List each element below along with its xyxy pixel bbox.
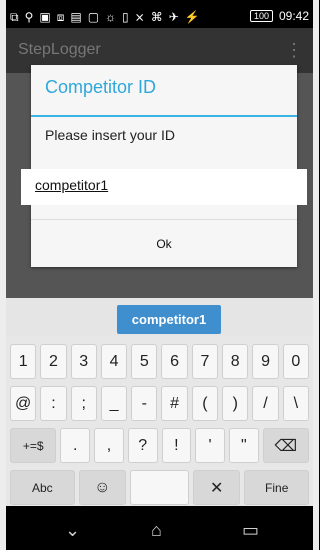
- status-icon: ✈: [168, 10, 179, 24]
- battery-icon: 100: [249, 10, 273, 22]
- key[interactable]: 7: [191, 344, 219, 379]
- key[interactable]: ): [222, 386, 249, 421]
- back-icon[interactable]: ⌄: [65, 520, 80, 541]
- status-icon: ⚲: [24, 10, 34, 24]
- backspace-icon[interactable]: ⌫: [262, 428, 309, 463]
- key[interactable]: _: [100, 386, 128, 421]
- status-right: 100 09:42: [249, 9, 309, 23]
- status-icon: ⨯: [134, 10, 145, 24]
- dialog-divider: [31, 115, 297, 117]
- competitor-id-dialog: Competitor ID Please insert your ID comp…: [21, 65, 307, 268]
- input-value: competitor1: [35, 177, 109, 193]
- abc-key[interactable]: Abc: [10, 470, 75, 505]
- key[interactable]: !: [161, 428, 192, 463]
- key[interactable]: (: [191, 386, 219, 421]
- status-icon: ▤: [70, 10, 82, 24]
- key[interactable]: 1: [10, 344, 37, 379]
- key[interactable]: 0: [282, 344, 309, 379]
- status-icon: ⌘: [150, 10, 163, 24]
- key[interactable]: 3: [70, 344, 97, 379]
- keyboard-row-3: +=$ . , ? ! ' " ⌫: [10, 428, 309, 463]
- keyboard-row-4: Abc ☺ ✕ Fine: [10, 470, 309, 505]
- status-icons: ⧉ ⚲ ▣ ⧈ ▤ ▢ ☼ ▯ ⨯ ⌘ ✈ ⚡: [10, 10, 200, 24]
- recents-icon[interactable]: ▭: [242, 520, 259, 541]
- key[interactable]: ,: [94, 428, 124, 463]
- suggestion-bar: competitor1: [6, 298, 313, 336]
- status-icon: ⚡: [184, 10, 200, 24]
- status-icon: ▢: [87, 10, 100, 24]
- key[interactable]: 4: [100, 344, 128, 379]
- symbols-toggle-key[interactable]: +=$: [10, 428, 57, 463]
- key[interactable]: -: [131, 386, 158, 421]
- navigation-bar: ⌄ ⌂ ▭: [6, 511, 313, 550]
- key[interactable]: ": [228, 428, 259, 463]
- competitor-id-input[interactable]: competitor1: [21, 169, 307, 205]
- home-icon[interactable]: ⌂: [151, 520, 162, 541]
- key[interactable]: 2: [40, 344, 67, 379]
- key[interactable]: ?: [127, 428, 158, 463]
- emoji-icon[interactable]: ☺: [78, 470, 127, 505]
- key[interactable]: ': [195, 428, 225, 463]
- keyboard: 1 2 3 4 5 6 7 8 9 0 @ : ; _ - # ( ) / \ …: [6, 336, 313, 506]
- key[interactable]: .: [60, 428, 91, 463]
- overflow-menu-icon[interactable]: ⋮: [285, 40, 303, 61]
- keyboard-row-2: @ : ; _ - # ( ) / \: [10, 386, 309, 421]
- status-icon: ⧉: [10, 10, 19, 24]
- key[interactable]: \: [282, 386, 309, 421]
- ok-button[interactable]: Ok: [31, 219, 297, 268]
- key[interactable]: #: [161, 386, 188, 421]
- key[interactable]: 5: [131, 344, 158, 379]
- key[interactable]: 6: [161, 344, 188, 379]
- key[interactable]: :: [40, 386, 67, 421]
- device-frame: ⧉ ⚲ ▣ ⧈ ▤ ▢ ☼ ▯ ⨯ ⌘ ✈ ⚡ 100 09:42 StepLo…: [0, 0, 319, 550]
- tools-icon[interactable]: ✕: [192, 470, 241, 505]
- dialog-message: Please insert your ID: [45, 127, 175, 143]
- key[interactable]: 9: [252, 344, 279, 379]
- dialog-title: Competitor ID: [45, 77, 157, 97]
- key[interactable]: ;: [70, 386, 97, 421]
- status-icon: ⧈: [56, 10, 65, 24]
- key[interactable]: 8: [222, 344, 249, 379]
- space-key[interactable]: [130, 470, 189, 505]
- key[interactable]: /: [252, 386, 279, 421]
- app-title: StepLogger: [18, 41, 101, 58]
- status-icon: ☼: [105, 10, 117, 24]
- status-time: 09:42: [278, 9, 309, 23]
- status-icon: ▣: [39, 10, 51, 24]
- fine-key[interactable]: Fine: [244, 470, 309, 505]
- key[interactable]: @: [10, 386, 37, 421]
- suggestion-chip[interactable]: competitor1: [117, 305, 221, 334]
- status-icon: ▯: [122, 10, 129, 24]
- status-bar: ⧉ ⚲ ▣ ⧈ ▤ ▢ ☼ ▯ ⨯ ⌘ ✈ ⚡ 100 09:42: [6, 6, 313, 28]
- keyboard-row-1: 1 2 3 4 5 6 7 8 9 0: [10, 344, 309, 379]
